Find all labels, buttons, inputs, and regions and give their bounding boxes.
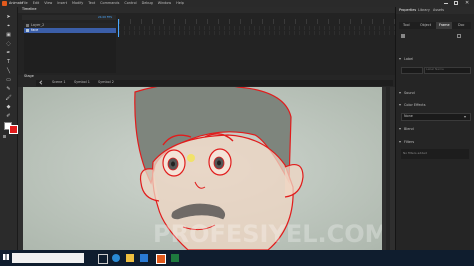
menu-commands[interactable]: Commands bbox=[100, 1, 119, 5]
layer-name: Layer_2 bbox=[31, 23, 45, 27]
edge-icon[interactable] bbox=[112, 254, 120, 262]
animate-icon[interactable] bbox=[156, 254, 166, 264]
color-effects-section[interactable]: Color Effects bbox=[399, 103, 471, 109]
swap-colors-icon[interactable] bbox=[3, 135, 6, 138]
stage-canvas[interactable]: PROFESIYEL.COM bbox=[23, 87, 382, 250]
tab-assets[interactable]: Assets bbox=[433, 8, 444, 12]
eyedropper-tool-icon[interactable]: ✐ bbox=[5, 113, 12, 119]
breadcrumb-symbol-1[interactable]: Symbol 1 bbox=[74, 80, 90, 84]
frame-row bbox=[119, 26, 395, 30]
timeline-panel: Timeline 24.00 FPS Layer_2 face bbox=[18, 7, 395, 75]
tab-timeline[interactable]: Timeline bbox=[22, 7, 36, 11]
close-icon[interactable]: ✕ bbox=[465, 1, 469, 6]
text-tool-icon[interactable]: T bbox=[5, 59, 12, 65]
title-bar: Animate File Edit View Insert Modify Tex… bbox=[0, 0, 474, 7]
tools-panel: ➤ ⌖ ▣ ◌ ✒ T ╲ ▭ ✎ 🖌 ◆ ✐ bbox=[0, 7, 18, 250]
properties-panel: Properties Library Assets Tool Object Fr… bbox=[395, 7, 474, 250]
tab-object[interactable]: Object bbox=[420, 23, 431, 27]
tab-tool[interactable]: Tool bbox=[403, 23, 410, 27]
label-section[interactable]: Label bbox=[399, 57, 471, 63]
character-face-artwork[interactable]: PROFESIYEL.COM bbox=[23, 87, 382, 250]
filters-section[interactable]: Filters bbox=[399, 140, 471, 146]
label-name-field[interactable] bbox=[401, 67, 423, 74]
menu-edit[interactable]: Edit bbox=[33, 1, 40, 5]
maximize-icon[interactable] bbox=[454, 1, 458, 5]
menu-control[interactable]: Control bbox=[124, 1, 136, 5]
sound-section[interactable]: Sound bbox=[399, 91, 471, 97]
watermark-text: PROFESIYEL.COM bbox=[153, 220, 382, 248]
chevron-down-icon bbox=[464, 116, 466, 118]
paint-bucket-tool-icon[interactable]: ◆ bbox=[5, 104, 12, 110]
layer-icon bbox=[26, 29, 29, 32]
rectangle-tool-icon[interactable]: ▭ bbox=[5, 77, 12, 83]
menu-modify[interactable]: Modify bbox=[72, 1, 83, 5]
vertical-scrollbar[interactable] bbox=[386, 87, 390, 250]
brush-tool-icon[interactable]: 🖌 bbox=[5, 95, 12, 101]
frame-icon bbox=[401, 34, 405, 38]
app-logo-icon bbox=[2, 1, 7, 6]
cursor-highlight bbox=[187, 154, 195, 162]
taskbar-search-box[interactable] bbox=[12, 253, 84, 263]
line-tool-icon[interactable]: ╲ bbox=[5, 68, 12, 74]
frame-grid[interactable] bbox=[118, 19, 395, 49]
menu-text[interactable]: Text bbox=[88, 1, 95, 5]
layer-name: face bbox=[31, 28, 39, 32]
layer-icon bbox=[26, 24, 29, 27]
menu-bar: File Edit View Insert Modify Text Comman… bbox=[22, 1, 184, 5]
tab-properties[interactable]: Properties bbox=[399, 8, 416, 12]
layer-row[interactable]: face bbox=[24, 28, 116, 33]
transform-tool-icon[interactable]: ▣ bbox=[5, 32, 12, 38]
pen-tool-icon[interactable]: ✒ bbox=[5, 50, 12, 56]
lasso-tool-icon[interactable]: ◌ bbox=[5, 41, 12, 47]
tab-frame[interactable]: Frame bbox=[439, 23, 450, 27]
fill-color-swatch[interactable] bbox=[9, 125, 18, 134]
frame-rate-readout[interactable]: 24.00 FPS bbox=[98, 16, 112, 19]
windows-start-icon[interactable] bbox=[3, 254, 9, 260]
color-effect-select[interactable]: None bbox=[401, 113, 471, 121]
layer-list: Layer_2 face bbox=[24, 23, 116, 73]
tab-doc[interactable]: Doc bbox=[458, 23, 465, 27]
menu-view[interactable]: View bbox=[44, 1, 52, 5]
subselection-tool-icon[interactable]: ⌖ bbox=[5, 23, 12, 29]
frame-ruler bbox=[119, 19, 395, 24]
menu-help[interactable]: Help bbox=[176, 1, 184, 5]
label-name-input[interactable]: Label Name bbox=[424, 67, 471, 74]
stage-header: Stage Scene 1 Symbol 1 Symbol 2 bbox=[18, 74, 395, 87]
blend-section[interactable]: Blend bbox=[399, 127, 471, 133]
timeline-tab-bar: Timeline bbox=[18, 7, 395, 13]
menu-file[interactable]: File bbox=[22, 1, 28, 5]
filters-empty-text: No filters added bbox=[403, 151, 427, 155]
stage-panel-title: Stage bbox=[24, 74, 34, 78]
swap-icon[interactable] bbox=[457, 34, 461, 38]
store-icon[interactable] bbox=[140, 254, 148, 262]
minimize-icon[interactable] bbox=[444, 3, 448, 4]
selection-tool-icon[interactable]: ➤ bbox=[5, 14, 12, 20]
menu-debug[interactable]: Debug bbox=[142, 1, 153, 5]
menu-window[interactable]: Window bbox=[158, 1, 171, 5]
excel-icon[interactable] bbox=[171, 254, 179, 262]
pencil-tool-icon[interactable]: ✎ bbox=[5, 86, 12, 92]
breadcrumb-symbol-2[interactable]: Symbol 2 bbox=[98, 80, 114, 84]
breadcrumb-scene[interactable]: Scene 1 bbox=[52, 80, 66, 84]
stage-area: PROFESIYEL.COM bbox=[18, 87, 395, 250]
menu-insert[interactable]: Insert bbox=[57, 1, 67, 5]
explorer-icon[interactable] bbox=[126, 254, 134, 262]
tab-library[interactable]: Library bbox=[418, 8, 430, 12]
frame-row bbox=[119, 31, 395, 35]
task-view-icon[interactable] bbox=[98, 254, 108, 264]
